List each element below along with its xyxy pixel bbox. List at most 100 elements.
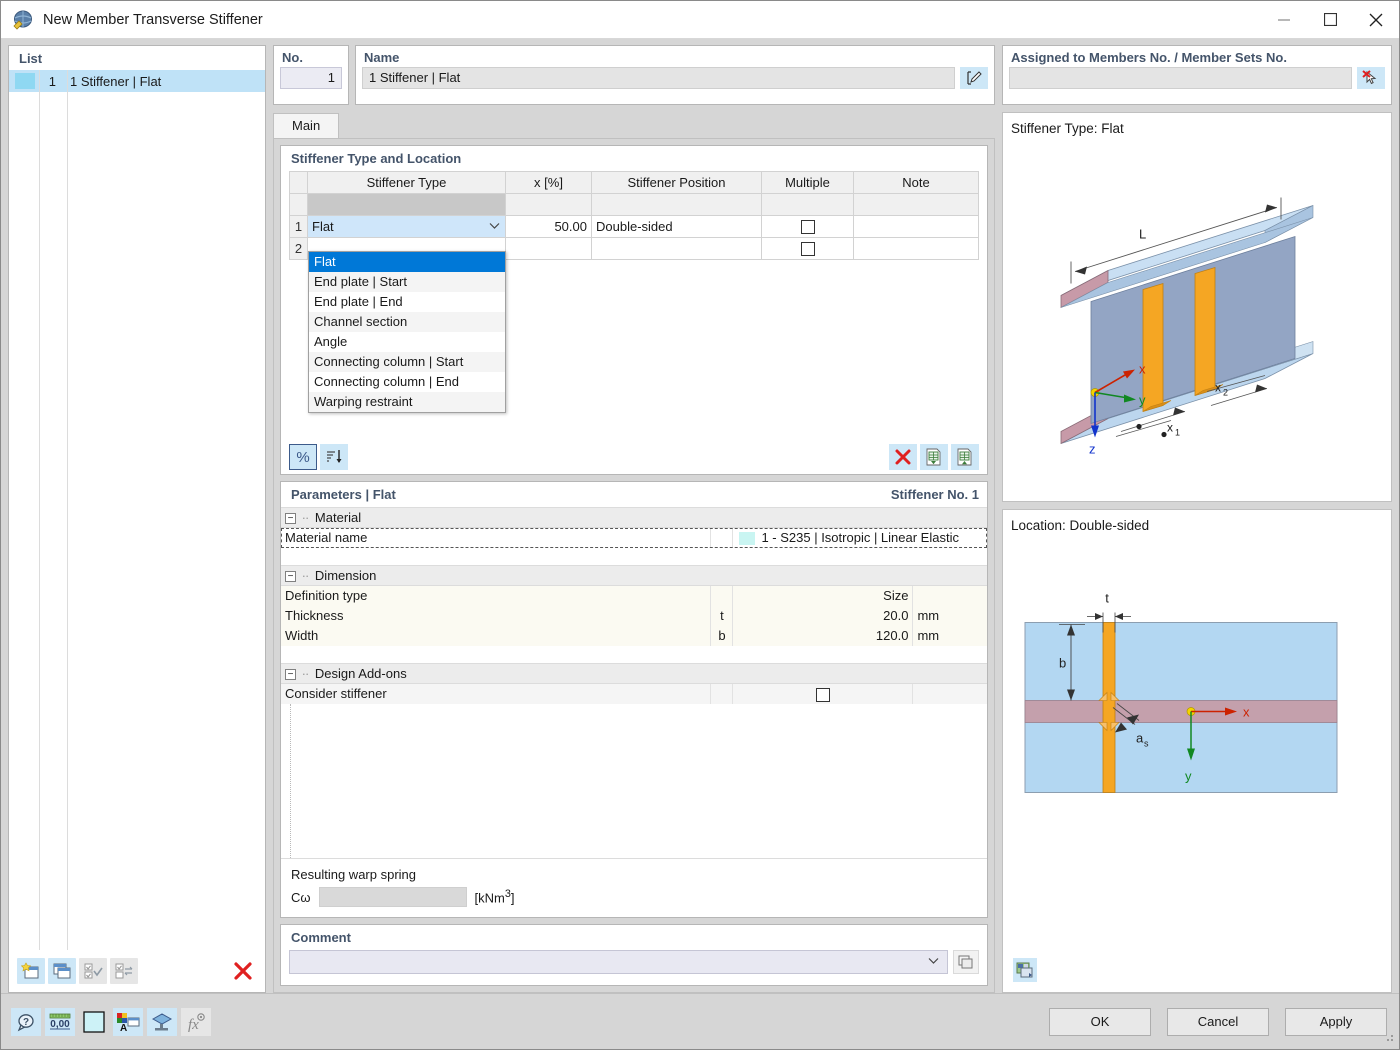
comment-input[interactable] [289,950,948,974]
dropdown-option-flat[interactable]: Flat [309,252,505,272]
multiple-checkbox[interactable] [801,242,815,256]
import-excel-button[interactable] [920,444,948,470]
chevron-down-icon[interactable] [928,957,939,968]
dropdown-option-connecting-column-start[interactable]: Connecting column | Start [309,352,505,372]
param-group-material[interactable]: − ·· Material [281,508,987,528]
minimize-button[interactable] [1261,1,1307,39]
copy-item-button[interactable] [48,958,76,984]
dropdown-option-angle[interactable]: Angle [309,332,505,352]
delete-item-button[interactable] [229,958,257,984]
text-settings-button[interactable]: A [113,1008,143,1036]
param-row-consider-stiffener[interactable]: Consider stiffener [281,684,987,704]
assigned-members-input[interactable] [1009,67,1352,89]
warp-spring-input[interactable] [319,887,467,907]
chevron-down-icon[interactable] [489,221,500,232]
cell-multiple[interactable] [762,216,854,238]
number-input[interactable]: 1 [280,67,342,89]
param-row-material-name[interactable]: Material name 1 - S235 | Isotropic | Lin… [281,528,987,548]
cell-multiple[interactable] [762,238,854,260]
percent-button[interactable]: % [289,444,317,470]
multiple-checkbox[interactable] [801,220,815,234]
close-button[interactable] [1353,1,1399,39]
list-item-number: 1 [40,74,62,89]
svg-text:A: A [120,1023,127,1032]
tab-main[interactable]: Main [273,113,339,138]
list-rows: 1 1 Stiffener | Flat [9,70,265,950]
label-weld: a [1136,731,1144,746]
param-value-thickness[interactable]: 20.0 [733,606,913,626]
invert-selection-button[interactable] [110,958,138,984]
cancel-button[interactable]: Cancel [1167,1008,1269,1036]
param-row-thickness[interactable]: Thickness t 20.0 mm [281,606,987,626]
param-unit-width: mm [913,626,987,646]
cell-stiffener-position[interactable]: Double-sided [592,216,762,238]
resize-grip[interactable] [1383,1031,1395,1046]
row-number: 1 [290,216,308,238]
col-x-percent[interactable]: x [%] [506,172,592,194]
col-stiffener-type[interactable]: Stiffener Type [308,172,506,194]
dropdown-option-channel-section[interactable]: Channel section [309,312,505,332]
cell-x-percent[interactable] [506,238,592,260]
param-group-dimension[interactable]: − ·· Dimension [281,566,987,586]
delete-row-button[interactable] [889,444,917,470]
comment-library-button[interactable] [953,950,979,974]
col-multiple[interactable]: Multiple [762,172,854,194]
param-value-consider-stiffener[interactable] [733,684,913,704]
col-note[interactable]: Note [854,172,979,194]
units-button[interactable]: 0,00 [45,1008,75,1036]
color-button[interactable] [79,1008,109,1036]
name-input[interactable]: 1 Stiffener | Flat [362,67,955,89]
help-button[interactable]: ? [11,1008,41,1036]
sort-button[interactable] [320,444,348,470]
edit-name-button[interactable] [960,67,988,89]
col-stiffener-position[interactable]: Stiffener Position [592,172,762,194]
view-button[interactable] [147,1008,177,1036]
param-value-definition-type[interactable]: Size [733,586,913,606]
center-column: No. 1 Name 1 Stiffener | Flat [273,45,995,993]
preview-bottom-canvas[interactable]: t b [1003,533,1391,992]
param-group-design-addons[interactable]: − ·· Design Add-ons [281,664,987,684]
consider-stiffener-checkbox[interactable] [816,688,830,702]
axis-label-x: x [1243,705,1250,720]
snapshot-button[interactable] [1013,958,1037,982]
grid-toolbar: % [281,440,987,474]
collapse-icon[interactable]: − [285,571,296,582]
pick-members-button[interactable] [1357,67,1385,89]
apply-button[interactable]: Apply [1285,1008,1387,1036]
cell-note[interactable] [854,238,979,260]
dropdown-option-end-plate-start[interactable]: End plate | Start [309,272,505,292]
param-value-width[interactable]: 120.0 [733,626,913,646]
maximize-button[interactable] [1307,1,1353,39]
param-value-material-name[interactable]: 1 - S235 | Isotropic | Linear Elastic [733,528,987,548]
svg-text:?: ? [23,1017,29,1028]
tree-line: ·· [302,666,309,681]
cell-note[interactable] [854,216,979,238]
dropdown-option-warping-restraint[interactable]: Warping restraint [309,392,505,412]
cell-stiffener-type[interactable]: Flat [308,216,506,238]
dropdown-option-end-plate-end[interactable]: End plate | End [309,292,505,312]
app-icon [12,9,34,31]
stiffener-type-dropdown[interactable]: Flat End plate | Start End plate | End C… [308,251,506,413]
formula-button[interactable]: fx [181,1008,211,1036]
identity-strip: No. 1 Name 1 Stiffener | Flat [273,45,995,105]
name-label: Name [356,46,994,67]
export-excel-button[interactable] [951,444,979,470]
dropdown-option-connecting-column-end[interactable]: Connecting column | End [309,372,505,392]
list-item[interactable]: 1 1 Stiffener | Flat [9,70,265,92]
new-item-button[interactable] [17,958,45,984]
param-row-definition-type[interactable]: Definition type Size [281,586,987,606]
stiffener-grid-wrap: Stiffener Type x [%] Stiffener Position … [281,171,987,260]
name-box: Name 1 Stiffener | Flat [355,45,995,105]
select-all-button[interactable] [79,958,107,984]
parameters-title: Parameters | Flat Stiffener No. 1 [281,482,987,507]
collapse-icon[interactable]: − [285,669,296,680]
cell-stiffener-position[interactable] [592,238,762,260]
axis-label-y: y [1185,769,1192,784]
axis-label-z: z [1089,442,1096,457]
cell-x-percent[interactable]: 50.00 [506,216,592,238]
collapse-icon[interactable]: − [285,513,296,524]
param-row-width[interactable]: Width b 120.0 mm [281,626,987,646]
preview-top-canvas[interactable]: L x 1 x 2 [1003,136,1391,501]
table-row[interactable]: 1 Flat 50.00 Double-sided [290,216,979,238]
ok-button[interactable]: OK [1049,1008,1151,1036]
